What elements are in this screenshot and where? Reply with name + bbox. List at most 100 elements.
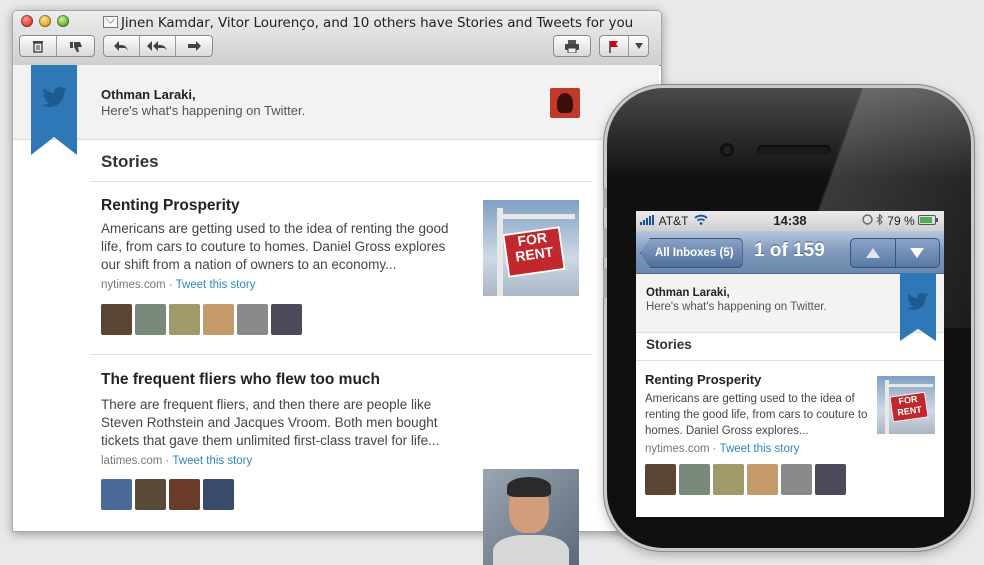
avatar[interactable] bbox=[781, 464, 812, 495]
volume-down-button bbox=[603, 268, 607, 298]
tweeter-avatars bbox=[101, 304, 302, 335]
reply-all-icon bbox=[146, 41, 167, 51]
avatar[interactable] bbox=[815, 464, 846, 495]
meta-separator: · bbox=[165, 279, 176, 291]
avatar[interactable] bbox=[203, 304, 234, 335]
story-meta: nytimes.com · Tweet this story bbox=[101, 279, 255, 291]
front-camera bbox=[720, 143, 734, 157]
story-source: nytimes.com bbox=[101, 279, 166, 291]
previous-message-button[interactable] bbox=[851, 239, 896, 267]
greeting: Othman Laraki, bbox=[101, 87, 196, 102]
divider bbox=[90, 181, 592, 182]
delete-junk-group bbox=[19, 35, 95, 57]
twitter-bird-icon bbox=[42, 87, 67, 107]
avatar[interactable] bbox=[135, 479, 166, 510]
sign-post bbox=[885, 380, 889, 434]
zoom-button[interactable] bbox=[57, 15, 69, 27]
avatar[interactable] bbox=[271, 304, 302, 335]
window-controls bbox=[21, 15, 69, 27]
alarm-icon bbox=[861, 214, 873, 225]
subheading: Here's what's happening on Twitter. bbox=[646, 301, 827, 313]
triangle-down-icon bbox=[910, 248, 925, 258]
message-position: 1 of 159 bbox=[754, 240, 825, 261]
tweet-story-link[interactable]: Tweet this story bbox=[172, 455, 252, 467]
flag-menu-button[interactable] bbox=[629, 36, 648, 56]
battery-icon bbox=[918, 215, 938, 225]
window-title: Jinen Kamdar, Vitor Lourenço, and 10 oth… bbox=[103, 15, 633, 31]
reply-button[interactable] bbox=[104, 36, 140, 56]
stories-heading: Stories bbox=[646, 337, 692, 352]
close-button[interactable] bbox=[21, 15, 33, 27]
battery-percent: 79 % bbox=[887, 214, 915, 228]
chevron-down-icon bbox=[634, 43, 643, 49]
for-rent-sign: FOR RENT bbox=[502, 226, 566, 278]
divider bbox=[90, 354, 592, 355]
tweet-story-link[interactable]: Tweet this story bbox=[176, 279, 256, 291]
next-message-button[interactable] bbox=[896, 239, 940, 267]
thumbs-down-icon bbox=[69, 41, 82, 52]
flag-button[interactable] bbox=[600, 36, 629, 56]
reply-all-button[interactable] bbox=[140, 36, 177, 56]
mute-switch bbox=[603, 188, 607, 208]
flag-group bbox=[599, 35, 649, 57]
avatar[interactable] bbox=[747, 464, 778, 495]
greeting: Othman Laraki, bbox=[646, 287, 730, 299]
sign-bar bbox=[885, 384, 933, 387]
bluetooth-icon bbox=[876, 213, 883, 226]
nav-bar: All Inboxes (5) 1 of 159 bbox=[636, 231, 944, 274]
avatar[interactable] bbox=[101, 479, 132, 510]
portrait-hair bbox=[507, 477, 551, 497]
portrait-shirt bbox=[493, 535, 569, 565]
story-body: There are frequent fliers, and then ther… bbox=[101, 397, 440, 448]
window-titlebar: Jinen Kamdar, Vitor Lourenço, and 10 oth… bbox=[13, 11, 661, 66]
flag-icon bbox=[609, 40, 618, 53]
trash-icon bbox=[33, 40, 43, 53]
story-meta: nytimes.com · Tweet this story bbox=[645, 443, 799, 455]
story-title[interactable]: The frequent fliers who flew too much bbox=[101, 371, 380, 389]
story-thumbnail-portrait[interactable] bbox=[483, 469, 579, 565]
story-source: latimes.com bbox=[101, 455, 163, 467]
reply-icon bbox=[114, 41, 129, 51]
avatar[interactable] bbox=[169, 304, 200, 335]
story-title[interactable]: Renting Prosperity bbox=[645, 372, 761, 387]
forward-icon bbox=[188, 41, 202, 51]
story-thumbnail-for-rent[interactable]: FOR RENT bbox=[483, 200, 579, 296]
junk-button[interactable] bbox=[57, 36, 94, 56]
divider bbox=[636, 360, 944, 361]
status-bar: AT&T 14:38 79 % bbox=[636, 211, 944, 231]
avatar[interactable] bbox=[203, 479, 234, 510]
story-source: nytimes.com bbox=[645, 443, 710, 455]
stories-heading: Stories bbox=[101, 152, 159, 171]
avatar[interactable] bbox=[169, 479, 200, 510]
avatar[interactable] bbox=[645, 464, 676, 495]
avatar[interactable] bbox=[550, 88, 580, 118]
forward-button[interactable] bbox=[176, 36, 212, 56]
avatar[interactable] bbox=[135, 304, 166, 335]
minimize-button[interactable] bbox=[39, 15, 51, 27]
story-thumbnail-for-rent[interactable]: FOR RENT bbox=[877, 376, 935, 434]
phone-screen: AT&T 14:38 79 % All Inboxes (5) 1 of 159… bbox=[636, 211, 944, 517]
avatar[interactable] bbox=[101, 304, 132, 335]
envelope-icon bbox=[103, 16, 118, 28]
prev-next-control bbox=[850, 238, 940, 268]
tweeter-avatars bbox=[645, 464, 846, 495]
story-body: Americans are getting used to the idea o… bbox=[645, 393, 868, 437]
sign-bar bbox=[497, 214, 575, 219]
meta-separator: · bbox=[709, 443, 720, 455]
delete-button[interactable] bbox=[20, 36, 57, 56]
story-title[interactable]: Renting Prosperity bbox=[101, 197, 240, 215]
window-title-text: Jinen Kamdar, Vitor Lourenço, and 10 oth… bbox=[121, 15, 634, 31]
sign-post bbox=[497, 208, 503, 296]
subheading: Here's what's happening on Twitter. bbox=[101, 103, 306, 118]
meta-separator: · bbox=[162, 455, 173, 467]
story-meta: latimes.com · Tweet this story bbox=[101, 455, 252, 467]
avatar[interactable] bbox=[713, 464, 744, 495]
twitter-bird-icon bbox=[907, 293, 929, 310]
all-inboxes-back-button[interactable]: All Inboxes (5) bbox=[640, 238, 743, 268]
reply-forward-group bbox=[103, 35, 213, 57]
avatar[interactable] bbox=[237, 304, 268, 335]
printer-icon bbox=[565, 39, 579, 53]
avatar[interactable] bbox=[679, 464, 710, 495]
tweet-story-link[interactable]: Tweet this story bbox=[720, 443, 800, 455]
print-button[interactable] bbox=[553, 35, 591, 57]
